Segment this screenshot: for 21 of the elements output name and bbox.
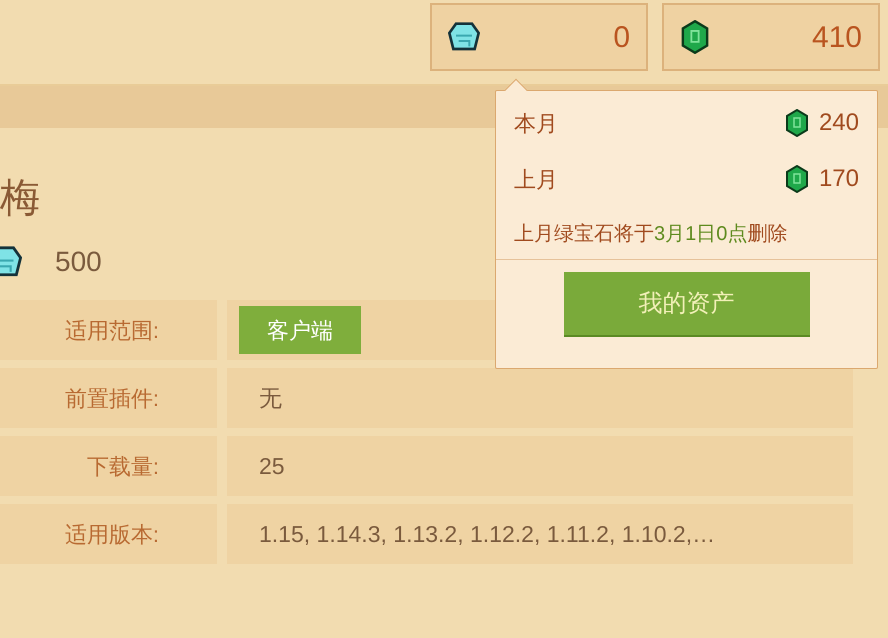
amount-text: 170 — [818, 164, 859, 194]
emerald-icon — [680, 20, 710, 54]
scope-tag: 客户端 — [239, 306, 361, 354]
label-cell: 下载量: — [0, 436, 217, 496]
diamond-icon — [448, 21, 480, 53]
emerald-icon — [784, 109, 809, 137]
value-cell: 无 — [227, 368, 853, 428]
currency-box[interactable]: 410 — [662, 3, 880, 71]
emerald-icon — [784, 165, 809, 193]
notice-text: 上月绿宝石将于3月1日0点删除 — [514, 222, 788, 247]
value-cell: 25 — [227, 436, 853, 496]
my-assets-button[interactable]: 我的资产 — [564, 272, 810, 337]
currency-box[interactable]: 0 — [430, 3, 648, 71]
price-text: 500 — [55, 245, 102, 279]
label-cell: 适用版本: — [0, 504, 217, 564]
period-label: 本月 — [514, 110, 558, 138]
label-cell: 适用范围: — [0, 300, 217, 360]
amount-text: 240 — [818, 108, 859, 138]
label-cell: 前置插件: — [0, 368, 217, 428]
period-label: 上月 — [514, 166, 558, 194]
value-cell: 1.15, 1.14.3, 1.13.2, 1.12.2, 1.11.2, 1.10.2,… — [227, 504, 853, 564]
